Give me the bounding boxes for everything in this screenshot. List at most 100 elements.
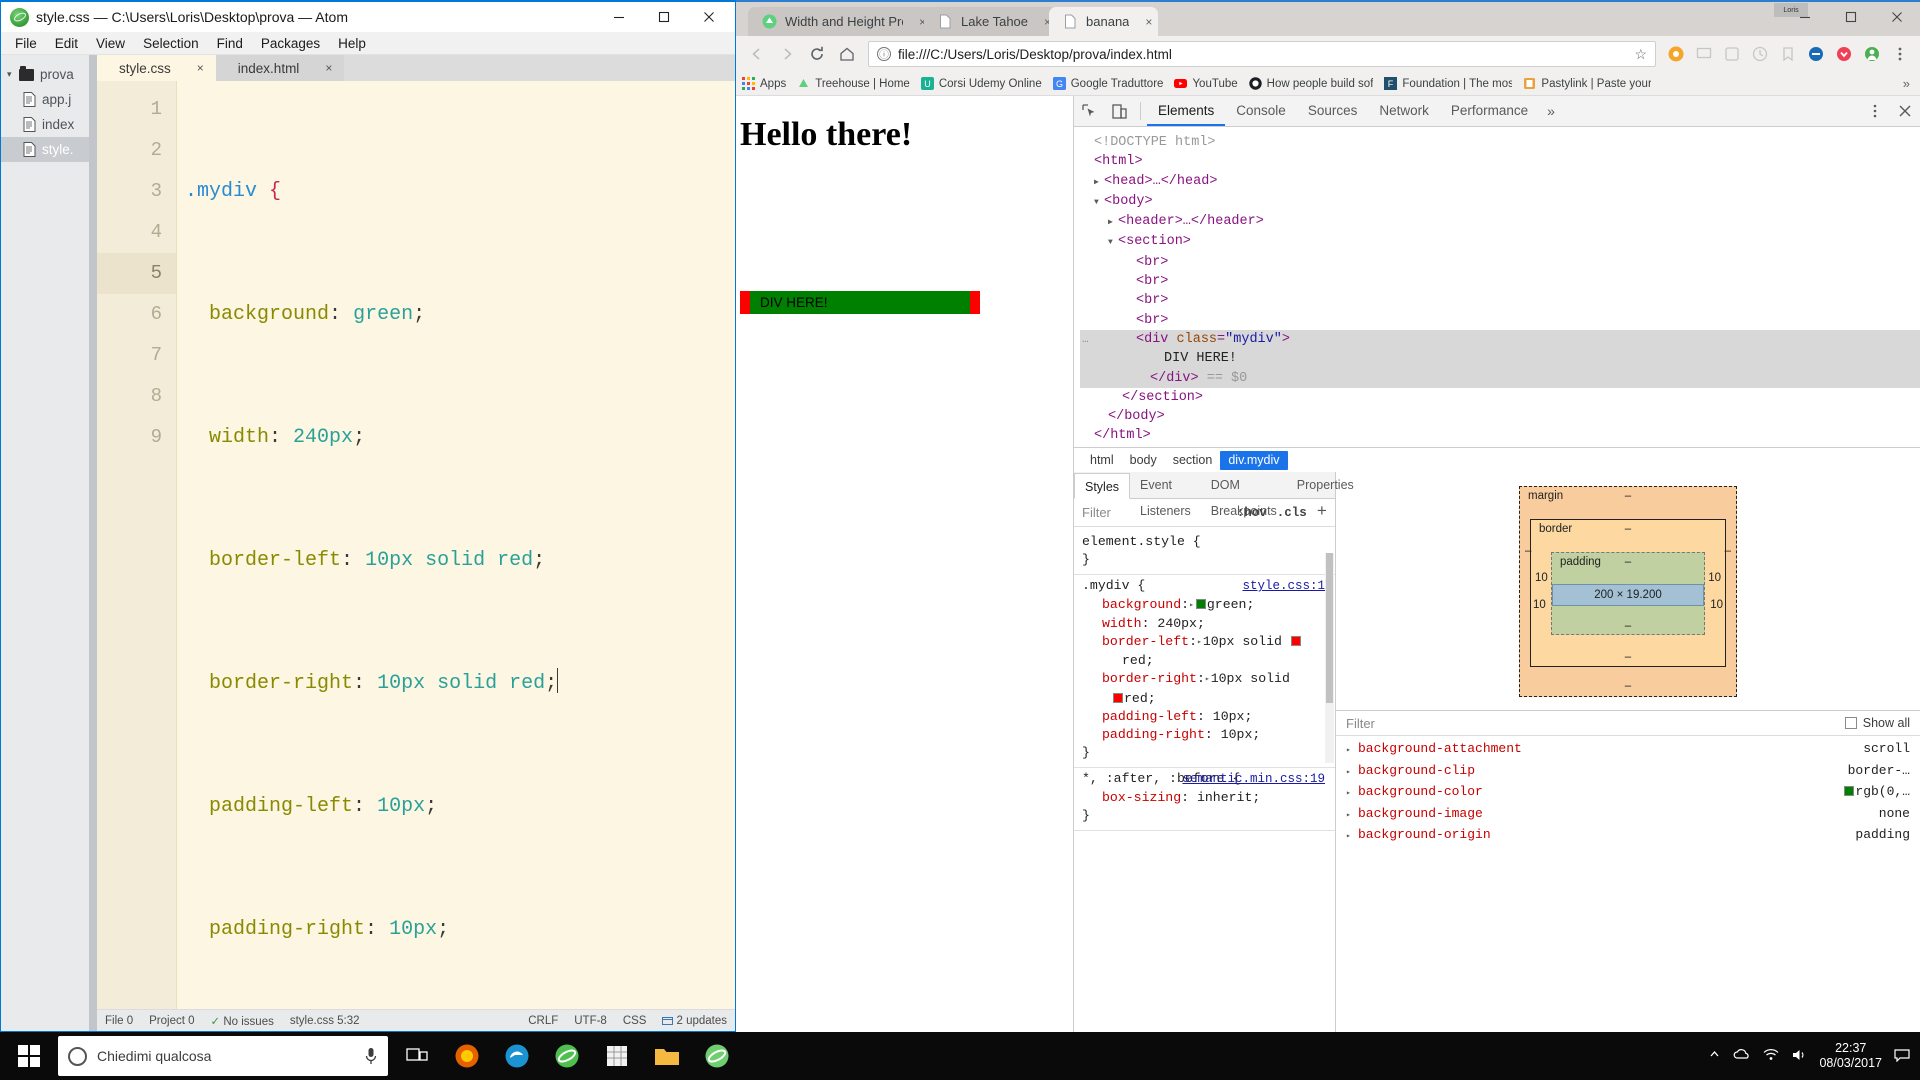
page-info-icon[interactable]: ⓘ [877,47,891,61]
maximize-icon[interactable] [641,2,686,32]
menu-item-find[interactable]: Find [208,32,252,55]
box-model-margin-right[interactable]: – [1725,545,1731,557]
bookmark-apps[interactable]: Apps [742,77,786,90]
computed-row-background-origin[interactable]: ▸ background-origin padding [1336,825,1920,847]
status-updates[interactable]: 2 updates [654,1015,735,1027]
dom-node-br[interactable]: <br> [1080,272,1920,291]
tab-styles[interactable]: Styles [1074,472,1131,499]
code-editor[interactable]: 1 2 3 4 5 6 7 8 9 .mydiv { background: g… [97,81,735,1009]
dom-node-doctype[interactable]: <!DOCTYPE html> [1080,133,1920,152]
code-text[interactable]: .mydiv { background: green; width: 240px… [177,81,735,1009]
chevron-down-icon[interactable]: ▾ [7,69,16,80]
tree-item-app-js[interactable]: app.j [1,87,97,112]
box-model-border[interactable]: border – padding – 200 × 19.200 – 10 10 [1530,518,1726,667]
close-icon[interactable] [1874,2,1920,32]
tab-performance[interactable]: Performance [1440,96,1539,126]
menu-item-packages[interactable]: Packages [252,32,329,55]
close-icon[interactable]: × [1145,15,1152,29]
editor-tab-style-css[interactable]: style.css × [97,55,216,81]
computed-row-background-color[interactable]: ▸ background-color rgb(0,… [1336,782,1920,804]
box-model-padding-bottom[interactable]: – [1552,617,1704,634]
search-input[interactable]: Chiedimi qualcosa [58,1036,388,1076]
menu-item-file[interactable]: File [6,32,46,55]
status-grammar[interactable]: CSS [615,1015,655,1027]
close-devtools-icon[interactable] [1890,96,1920,126]
box-model-border-right[interactable]: 10 [1708,572,1721,584]
menu-item-edit[interactable]: Edit [46,32,87,55]
bookmark-github[interactable]: How people build sof [1248,77,1373,90]
dom-node-div-text[interactable]: DIV HERE! [1080,349,1920,369]
dom-node-section[interactable]: ▼ <section> [1080,232,1920,252]
status-cursor-position[interactable]: style.css 5:32 [282,1015,368,1027]
status-encoding[interactable]: UTF-8 [566,1015,615,1027]
computed-row-background-clip[interactable]: ▸ background-clip border-… [1336,761,1920,783]
atom-icon[interactable] [542,1032,592,1080]
expand-icon[interactable]: ▸ [1205,671,1210,689]
color-swatch[interactable] [1195,598,1206,609]
computed-filter-input[interactable]: Filter [1346,716,1375,731]
pocket-icon[interactable] [1831,41,1857,67]
box-model-border-left[interactable]: 10 [1535,572,1548,584]
dom-node-section-close[interactable]: </section> [1080,388,1920,407]
onedrive-icon[interactable] [1733,1048,1751,1064]
minimize-icon[interactable] [596,2,641,32]
expand-icon[interactable]: ▸ [1189,597,1194,615]
close-icon[interactable]: × [325,61,332,75]
chevron-right-icon[interactable]: ▶ [1094,173,1104,192]
cls-toggle[interactable]: .cls [1277,506,1307,520]
dom-node-html-open[interactable]: <html> [1080,152,1920,171]
home-icon[interactable] [832,39,862,69]
declaration-width[interactable]: width: 240px; [1082,615,1327,633]
windows-start-icon[interactable] [0,1032,58,1080]
tree-item-index-html[interactable]: index [1,112,97,137]
scrollbar-thumb[interactable] [1326,553,1333,703]
node-menu-icon[interactable]: … [1082,331,1090,350]
bookmark-treehouse[interactable]: Treehouse | Home [797,77,910,90]
chevron-right-icon[interactable]: ▸ [1346,763,1358,783]
bookmark-star-icon[interactable]: ☆ [1634,46,1647,63]
more-tabs-icon[interactable]: » [1539,103,1563,119]
tab-sources[interactable]: Sources [1297,96,1369,126]
adblock-icon[interactable] [1803,41,1829,67]
menu-item-help[interactable]: Help [329,32,375,55]
edge-icon[interactable] [492,1032,542,1080]
chevron-right-icon[interactable]: ▸ [1346,827,1358,847]
chevron-right-icon[interactable]: ▸ [1346,784,1358,804]
menu-icon[interactable] [1887,41,1913,67]
box-model-margin[interactable]: margin – border – padding – 200 × 19.200 [1519,485,1737,697]
action-center-icon[interactable] [1894,1048,1910,1065]
more-options-icon[interactable] [1860,96,1890,126]
editor-tab-index-html[interactable]: index.html × [215,55,345,81]
computed-row-background-attachment[interactable]: ▸ background-attachment scroll [1336,739,1920,761]
show-hidden-icon[interactable] [1708,1048,1721,1064]
chevron-right-icon[interactable]: ▸ [1346,741,1358,761]
menu-item-selection[interactable]: Selection [134,32,208,55]
show-all-toggle[interactable]: Show all [1844,716,1910,730]
dom-tree[interactable]: <!DOCTYPE html> <html> ▶ <head>…</head> ▼… [1074,127,1920,447]
tab-console[interactable]: Console [1225,96,1297,126]
tab-network[interactable]: Network [1368,96,1440,126]
device-toolbar-icon[interactable] [1104,96,1134,126]
tab-event-listeners[interactable]: Event Listeners [1130,472,1201,518]
address-bar[interactable]: ⓘ file:///C:/Users/Loris/Desktop/prova/i… [868,41,1656,67]
dom-node-head[interactable]: ▶ <head>…</head> [1080,172,1920,192]
clock[interactable]: 22:37 08/03/2017 [1819,1041,1882,1071]
dom-node-br[interactable]: <br> [1080,253,1920,272]
tree-item-folder-prova[interactable]: ▾ prova [1,62,97,87]
rule-element-style[interactable]: element.style { } [1074,531,1335,576]
status-file-count[interactable]: File 0 [97,1015,141,1027]
minimize-icon[interactable] [1782,2,1828,32]
rule-universal-boxsizing[interactable]: *, :after, :before { semantic.min.css:19… [1074,768,1335,832]
volume-icon[interactable] [1791,1048,1807,1065]
puzzle-icon[interactable] [1719,41,1745,67]
maximize-icon[interactable] [1828,2,1874,32]
atom-active-icon[interactable] [692,1032,742,1080]
expand-icon[interactable]: ▸ [1197,634,1202,652]
inspect-cursor-icon[interactable] [1074,96,1104,126]
styles-filter-input[interactable]: Filter [1082,505,1111,520]
browser-tab-lake-tahoe[interactable]: Lake Tahoe × [924,7,1058,36]
chevron-right-icon[interactable]: ▶ [1108,213,1118,232]
bookmark-pastylink[interactable]: Pastylink | Paste your [1523,77,1651,90]
css-rules-list[interactable]: element.style { } .mydiv { style.css:1 b… [1074,527,1335,1032]
hov-toggle[interactable]: :hov [1237,506,1267,520]
